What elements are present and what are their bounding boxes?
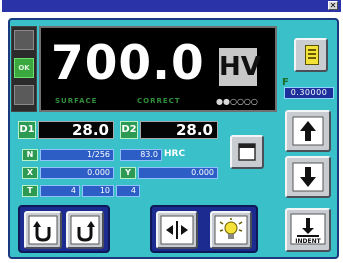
d2-label: D2 — [120, 121, 138, 139]
f-readout: 0.30000 — [284, 87, 334, 99]
indent-button[interactable]: INDENT — [285, 208, 331, 252]
x-label: X — [22, 167, 38, 179]
indent-label: INDENT — [295, 238, 321, 245]
ok-indicator: OK — [14, 58, 34, 78]
arrow-up-icon — [292, 116, 324, 146]
n-value[interactable]: 1/256 — [40, 149, 114, 161]
stop-button[interactable] — [230, 135, 264, 169]
status-column: OK — [11, 26, 37, 112]
y-label: Y — [120, 167, 136, 179]
d1-label: D1 — [18, 121, 36, 139]
n-label: N — [22, 149, 38, 161]
hardness-unit: HV — [219, 48, 261, 86]
lamp-icon — [214, 215, 248, 245]
close-button[interactable]: ✕ — [328, 1, 338, 10]
title-bar: ✕ — [2, 0, 341, 12]
down-button[interactable] — [285, 156, 331, 198]
surface-label: SURFACE — [55, 97, 98, 105]
d2-value[interactable]: 28.0 — [140, 121, 218, 139]
rotate-cw-icon — [70, 215, 100, 245]
t-value-a: 4 — [40, 185, 80, 197]
rotate-cw-button[interactable] — [66, 211, 104, 249]
hardness-value: 700.0 — [51, 36, 205, 91]
menu-button[interactable] — [294, 38, 328, 72]
rotate-ccw-button[interactable] — [24, 211, 62, 249]
menu-icon — [305, 45, 319, 65]
y-value: 0.000 — [138, 167, 218, 179]
t-value-b: 10 — [82, 185, 114, 197]
app-window: ✕ OK 700.0 HV SURFACE CORRECT ●●○○○○ F 0… — [2, 0, 341, 263]
rotate-ccw-icon — [28, 215, 58, 245]
up-button[interactable] — [285, 110, 331, 152]
width-adjust-button[interactable] — [156, 211, 198, 249]
arrow-down-icon — [292, 162, 324, 192]
load-indicator: ●●○○○○ — [216, 97, 258, 106]
status-cell-1 — [14, 30, 34, 50]
d1-value[interactable]: 28.0 — [38, 121, 114, 139]
width-adjust-icon — [160, 215, 194, 245]
x-value: 0.000 — [40, 167, 114, 179]
hrc-value: 83.0 — [120, 149, 162, 161]
correct-label: CORRECT — [137, 97, 181, 105]
stop-icon — [238, 143, 256, 161]
lamp-button[interactable] — [210, 211, 252, 249]
hardness-display: 700.0 HV SURFACE CORRECT ●●○○○○ — [39, 26, 277, 112]
status-cell-3 — [14, 85, 34, 105]
t-label: T — [22, 185, 38, 197]
t-value-c: 4 — [116, 185, 140, 197]
hrc-label: HRC — [164, 149, 186, 159]
